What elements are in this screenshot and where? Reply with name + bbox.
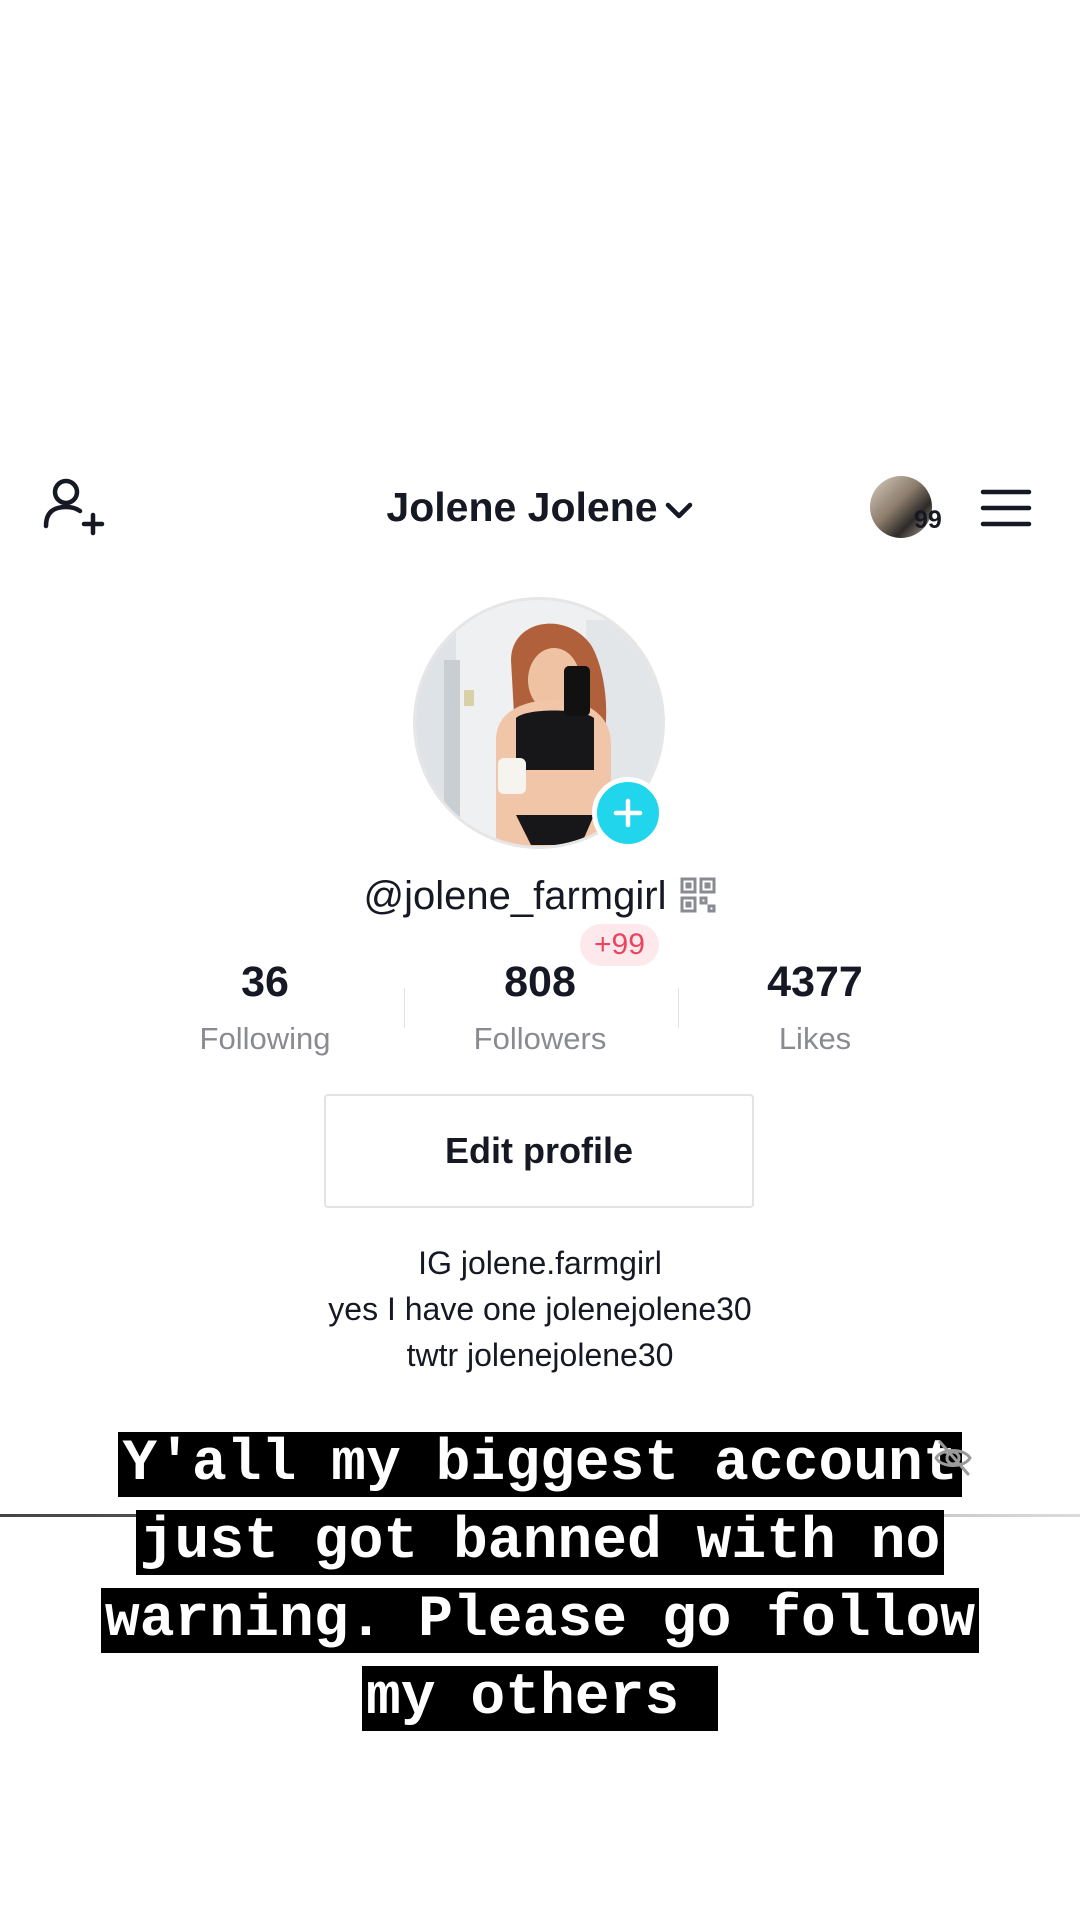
stat-divider	[678, 988, 679, 1028]
story-caption: Y'all my biggest account just got banned…	[0, 1426, 1080, 1738]
caption-line: just got banned with no	[135, 1510, 945, 1575]
caption-line: Y'all my biggest account	[118, 1432, 962, 1497]
stat-value: 4377	[767, 958, 863, 1006]
add-photo-button[interactable]	[592, 777, 664, 849]
stat-label: Likes	[778, 1021, 852, 1056]
stat-value: 808	[504, 958, 576, 1006]
hidden-eye-icon	[932, 1436, 974, 1478]
edit-profile-button[interactable]: Edit profile	[324, 1094, 754, 1208]
chevron-down-icon	[665, 502, 692, 519]
bio-line: IG jolene.farmgirl	[418, 1245, 662, 1281]
stat-followers[interactable]: 808 Followers	[405, 958, 675, 1057]
bio: IG jolene.farmgirl yes I have one jolene…	[0, 1240, 1080, 1378]
qr-code-icon[interactable]	[680, 877, 716, 913]
username: @jolene_farmgirl	[363, 874, 667, 918]
stat-label: Followers	[473, 1021, 607, 1056]
caption-line: my others	[361, 1666, 719, 1731]
stat-value: 36	[241, 958, 289, 1006]
stat-likes[interactable]: 4377 Likes	[680, 958, 950, 1057]
username-row: @jolene_farmgirl	[0, 874, 1080, 919]
plus-icon	[613, 798, 643, 828]
notification-count: 99	[914, 506, 942, 534]
stat-following[interactable]: 36 Following	[130, 958, 400, 1057]
bio-line: yes I have one jolenejolene30	[328, 1291, 752, 1327]
bio-line: twtr jolenejolene30	[406, 1337, 674, 1373]
menu-icon[interactable]	[980, 488, 1032, 528]
account-name: Jolene Jolene	[386, 484, 658, 530]
caption-line: warning. Please go follow	[100, 1588, 980, 1653]
stat-label: Following	[199, 1021, 331, 1056]
